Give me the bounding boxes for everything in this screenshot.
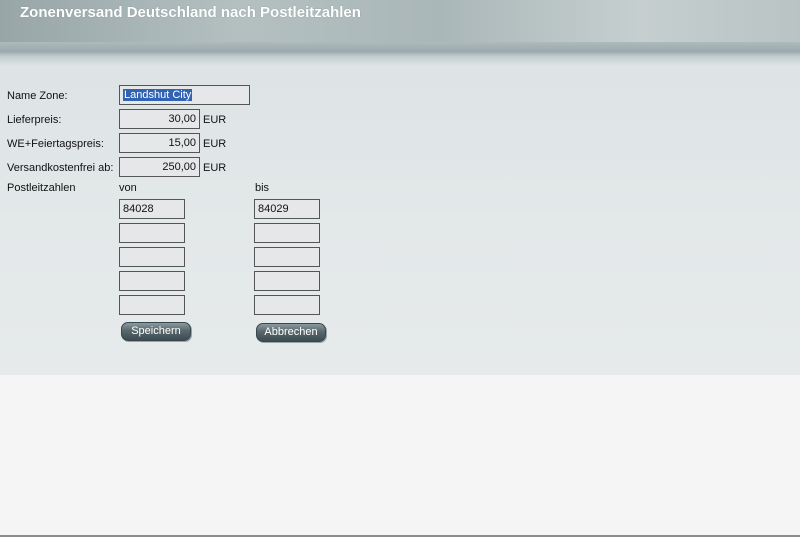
weekend-price-currency: EUR <box>203 138 227 150</box>
header-bar: Zonenversand Deutschland nach Postleitza… <box>0 0 800 42</box>
name-zone-value: Landshut City <box>123 89 193 101</box>
header-band <box>0 42 800 66</box>
free-shipping-label: Versandkostenfrei ab: <box>7 162 114 174</box>
bis-label: bis <box>255 182 270 194</box>
name-zone-label: Name Zone: <box>7 90 68 102</box>
weekend-price-input[interactable]: 15,00 <box>119 133 200 153</box>
postcode-bis-input-4[interactable] <box>254 271 320 291</box>
postcodes-label: Postleitzahlen <box>7 182 76 194</box>
weekend-price-label: WE+Feiertagspreis: <box>7 138 104 150</box>
save-button[interactable]: Speichern <box>121 322 191 341</box>
postcode-bis-input-1[interactable]: 84029 <box>254 199 320 219</box>
von-label: von <box>119 182 137 194</box>
page-title: Zonenversand Deutschland nach Postleitza… <box>20 4 361 21</box>
postcode-von-input-3[interactable] <box>119 247 185 267</box>
postcode-von-input-1[interactable]: 84028 <box>119 199 185 219</box>
postcode-bis-input-5[interactable] <box>254 295 320 315</box>
postcode-von-input-5[interactable] <box>119 295 185 315</box>
lieferpreis-input[interactable]: 30,00 <box>119 109 200 129</box>
lieferpreis-label: Lieferpreis: <box>7 114 62 126</box>
cancel-button[interactable]: Abbrechen <box>256 323 326 342</box>
free-shipping-currency: EUR <box>203 162 227 174</box>
name-zone-input[interactable]: Landshut City <box>119 85 250 105</box>
postcode-bis-input-3[interactable] <box>254 247 320 267</box>
postcode-von-input-2[interactable] <box>119 223 185 243</box>
lieferpreis-currency: EUR <box>203 114 227 126</box>
postcode-bis-input-2[interactable] <box>254 223 320 243</box>
free-shipping-input[interactable]: 250,00 <box>119 157 200 177</box>
postcode-von-input-4[interactable] <box>119 271 185 291</box>
